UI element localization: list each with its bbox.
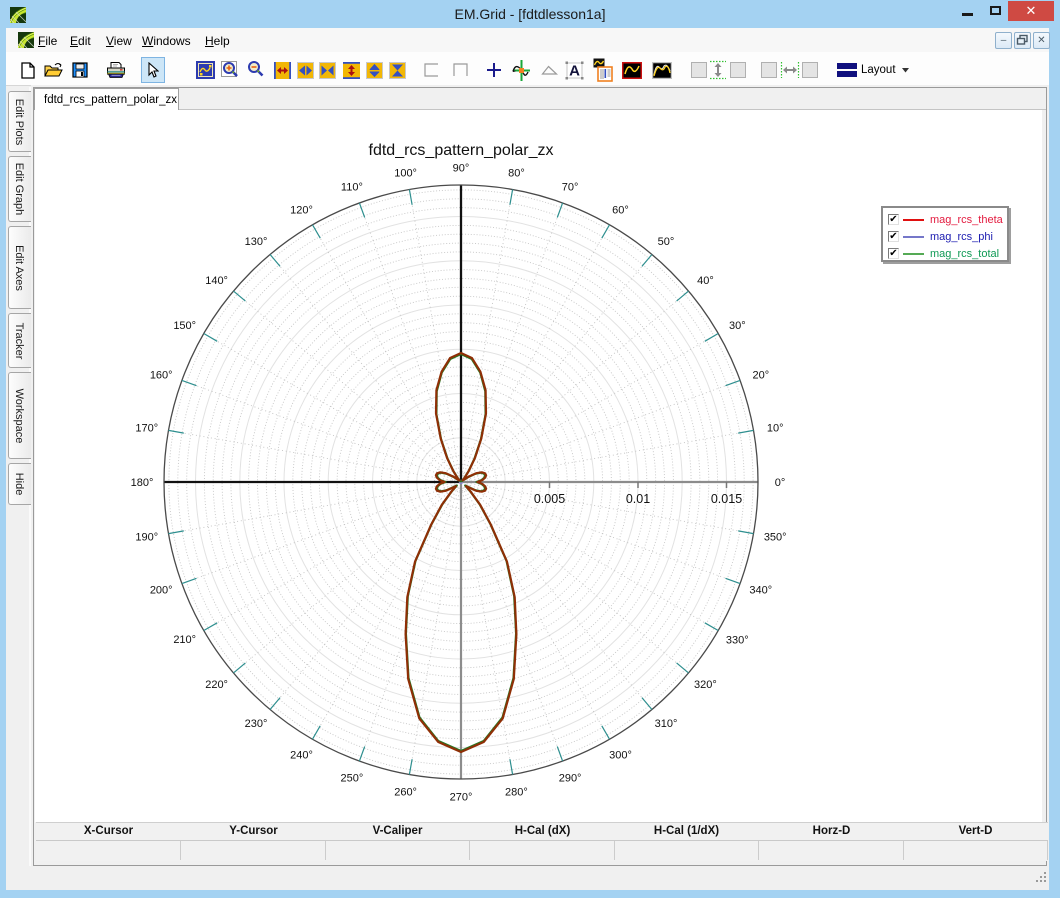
- svg-text:0°: 0°: [775, 477, 786, 489]
- svg-text:300°: 300°: [609, 749, 632, 761]
- svg-text:0.015: 0.015: [711, 492, 742, 506]
- svg-text:160°: 160°: [150, 369, 173, 381]
- svg-text:50°: 50°: [658, 236, 675, 248]
- svg-text:330°: 330°: [726, 634, 749, 646]
- svg-text:320°: 320°: [694, 679, 717, 691]
- svg-text:310°: 310°: [655, 718, 678, 730]
- svg-text:A: A: [569, 62, 580, 79]
- svg-text:250°: 250°: [341, 773, 364, 785]
- svg-text:350°: 350°: [764, 532, 787, 544]
- svg-text:260°: 260°: [394, 787, 417, 799]
- svg-text:340°: 340°: [749, 585, 772, 597]
- svg-text:240°: 240°: [290, 749, 313, 761]
- svg-text:0.01: 0.01: [626, 492, 650, 506]
- svg-text:30°: 30°: [729, 320, 746, 332]
- svg-text:40°: 40°: [697, 275, 714, 287]
- svg-text:150°: 150°: [173, 320, 196, 332]
- svg-text:70°: 70°: [562, 182, 579, 194]
- svg-text:210°: 210°: [173, 634, 196, 646]
- svg-text:90°: 90°: [453, 163, 470, 175]
- svg-text:170°: 170°: [135, 422, 158, 434]
- svg-text:10°: 10°: [767, 422, 784, 434]
- svg-text:230°: 230°: [245, 718, 268, 730]
- svg-text:100°: 100°: [394, 167, 417, 179]
- svg-text:120°: 120°: [290, 205, 313, 217]
- svg-text:270°: 270°: [450, 792, 473, 804]
- svg-text:290°: 290°: [559, 773, 582, 785]
- svg-text:20°: 20°: [752, 369, 769, 381]
- svg-text:60°: 60°: [612, 205, 629, 217]
- svg-text:190°: 190°: [135, 532, 158, 544]
- svg-text:280°: 280°: [505, 787, 528, 799]
- svg-text:220°: 220°: [205, 679, 228, 691]
- svg-text:130°: 130°: [245, 236, 268, 248]
- svg-text:140°: 140°: [205, 275, 228, 287]
- svg-text:80°: 80°: [508, 167, 525, 179]
- svg-text:0.005: 0.005: [534, 492, 565, 506]
- svg-text:180°: 180°: [131, 477, 154, 489]
- svg-text:200°: 200°: [150, 585, 173, 597]
- svg-text:110°: 110°: [341, 182, 363, 194]
